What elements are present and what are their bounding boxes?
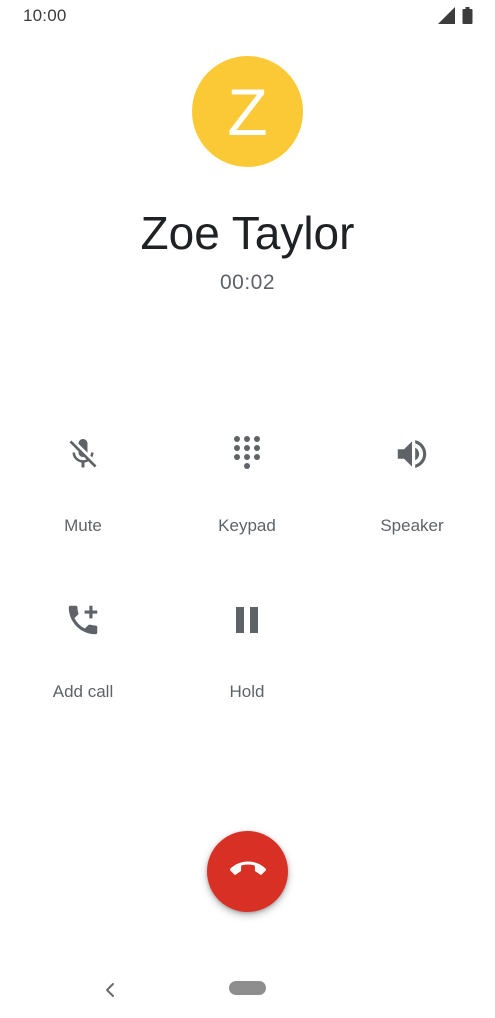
speaker-label: Speaker <box>380 516 444 535</box>
hold-button[interactable]: Hold <box>172 600 322 702</box>
status-bar: 10:00 <box>0 0 495 32</box>
mic-off-icon <box>63 434 103 474</box>
mute-button[interactable]: Mute <box>8 434 158 536</box>
mute-label: Mute <box>64 516 102 535</box>
hold-label: Hold <box>229 682 265 701</box>
back-icon[interactable] <box>98 978 122 1002</box>
call-end-icon <box>229 851 266 892</box>
contact-name: Zoe Taylor <box>140 207 355 259</box>
status-icons <box>438 7 473 29</box>
end-call-button[interactable] <box>207 831 288 912</box>
keypad-button[interactable]: Keypad <box>172 434 322 536</box>
navigation-bar <box>0 966 495 1018</box>
contact-avatar: Z <box>192 56 303 167</box>
status-time: 10:00 <box>23 6 67 25</box>
speaker-button[interactable]: Speaker <box>337 434 487 536</box>
home-pill[interactable] <box>229 981 266 995</box>
avatar-initial: Z <box>227 74 268 149</box>
speaker-icon <box>392 434 432 474</box>
call-timer: 00:02 <box>219 271 276 294</box>
keypad-label: Keypad <box>218 516 276 535</box>
battery-icon <box>462 7 473 29</box>
add-call-label: Add call <box>52 682 114 701</box>
signal-icon <box>438 7 455 29</box>
add-call-button[interactable]: Add call <box>8 600 158 702</box>
pause-icon <box>227 600 267 640</box>
dialpad-icon <box>227 434 267 474</box>
add-call-icon <box>63 600 103 640</box>
